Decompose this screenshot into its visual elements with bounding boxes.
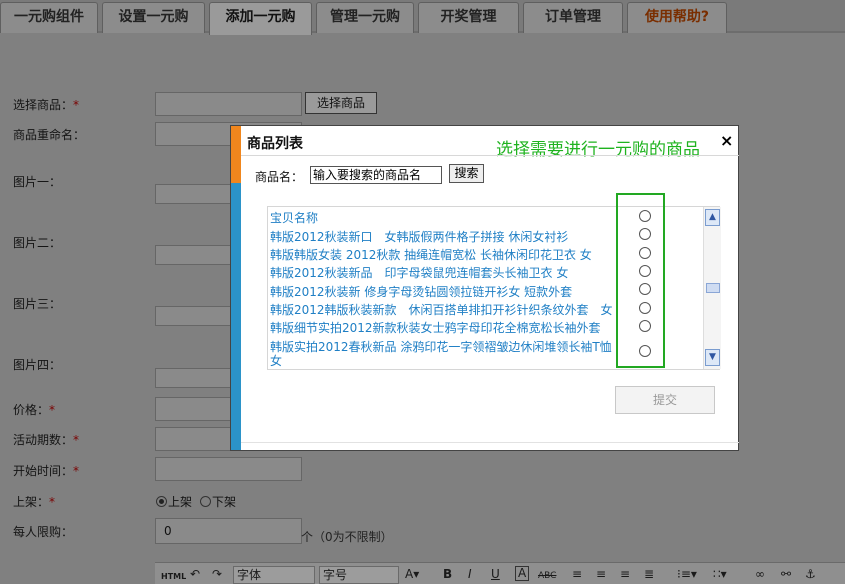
align-left-icon[interactable]: ≡ [572,566,582,582]
undo-icon[interactable]: ↶ [190,566,200,582]
scroll-up-icon[interactable]: ▲ [705,209,720,226]
list-item[interactable]: 韩版2012韩版秋装新款 休闲百搭单排扣开衫针织条纹外套 女 [270,301,613,318]
scroll-down-icon[interactable]: ▼ [705,349,720,366]
required-mark: * [73,464,80,478]
search-label: 商品名： [255,170,304,184]
period-label-text: 活动期数： [13,433,74,447]
select-goods-label: 选择商品：* [13,96,79,113]
tab-add[interactable]: 添加一元购 [209,2,312,35]
goods-list-dialog: 商品列表 选择需要进行一元购的商品 × 商品名： 输入要搜索的商品名 搜索 宝贝… [230,125,739,451]
tab-settings[interactable]: 设置一元购 [102,2,205,33]
tab-help[interactable]: 使用帮助? [627,2,727,33]
link-icon[interactable]: ∞ [755,566,765,582]
unlink-icon[interactable]: ⚯ [781,566,791,582]
period-label: 活动期数：* [13,431,79,448]
tab-manage[interactable]: 管理一元购 [316,2,414,33]
list-item-wrap: 女 [270,354,283,368]
listing-on-label: 上架 [168,495,193,509]
limit-note: 个（0为不限制） [301,530,393,544]
list-header: 宝贝名称 [270,211,319,225]
dialog-hint: 选择需要进行一元购的商品 [496,140,700,160]
strikethrough-button[interactable]: ABC [538,568,556,584]
price-label: 价格：* [13,401,55,418]
rename-label: 商品重命名： [13,128,86,142]
dialog-accent-orange [231,126,241,183]
tab-orders[interactable]: 订单管理 [523,2,623,33]
redo-icon[interactable]: ↷ [212,566,222,582]
image1-label: 图片一： [13,175,62,189]
align-justify-icon[interactable]: ≣ [644,566,654,582]
limit-label: 每人限购： [13,525,74,539]
list-item[interactable]: 韩版韩版女装 2012秋款 抽绳连帽宽松 长袖休闲印花卫衣 女 [270,246,592,263]
tab-bar: 一元购组件 设置一元购 添加一元购 管理一元购 开奖管理 订单管理 使用帮助? [0,0,845,35]
list-scrollbar[interactable]: ▲ ▼ [703,207,721,369]
font-size-select[interactable]: 字号 [319,566,399,584]
search-button[interactable]: 搜索 [449,164,484,183]
search-input[interactable]: 输入要搜索的商品名 [310,166,442,184]
dialog-accent-blue [231,183,241,450]
listing-off-radio[interactable]: 下架 [200,493,236,510]
html-source-button[interactable]: HTML [161,569,186,584]
dialog-title: 商品列表 [247,136,303,152]
align-center-icon[interactable]: ≡ [596,566,606,582]
dialog-bottom-divider [241,442,739,443]
start-time-label: 开始时间：* [13,462,79,479]
font-format-label: A [405,567,414,581]
listing-label: 上架：* [13,493,55,510]
ordered-list-icon[interactable]: ⁝≡▾ [677,566,697,582]
limit-input[interactable]: 0 [155,518,302,544]
underline-button[interactable]: U [491,566,500,582]
image2-label: 图片二： [13,236,62,250]
start-time-input[interactable] [155,457,302,481]
italic-button[interactable]: I [468,566,472,582]
submit-button[interactable]: 提交 [615,386,715,414]
listing-on-radio[interactable]: 上架 [156,493,192,510]
select-goods-button[interactable]: 选择商品 [305,92,377,114]
font-family-select[interactable]: 字体 [233,566,315,584]
font-size-value: 字号 [323,568,348,582]
align-right-icon[interactable]: ≡ [620,566,630,582]
select-goods-input[interactable] [155,92,302,116]
chevron-down-icon: ▾ [413,567,420,581]
radio-checked-icon [156,496,167,507]
list-item[interactable]: 韩版2012秋装新口 女韩版假两件格子拼接 休闲女衬衫 [270,228,568,245]
image4-label: 图片四： [13,358,62,372]
editor-toolbar: HTML ↶ ↷ 字体 字号 A▾ B I U A ABC ≡ ≡ ≡ ≣ ⁝≡… [155,562,845,584]
required-mark: * [49,403,56,417]
list-item[interactable]: 韩版细节实拍2012新款秋装女士鸦字母印花全棉宽松长袖外套 [270,319,601,336]
unordered-list-icon[interactable]: ∷▾ [713,566,727,582]
radio-column-highlight [616,193,665,368]
anchor-icon[interactable]: ⚓ [805,566,816,582]
required-mark: * [49,495,56,509]
list-item[interactable]: 韩版2012秋装新 修身字母烫钻圆领拉链开衫女 短款外套 [270,283,572,300]
select-goods-label-text: 选择商品： [13,98,74,112]
bold-button[interactable]: B [443,566,452,582]
price-label-text: 价格： [13,403,50,417]
start-time-label-text: 开始时间： [13,464,74,478]
font-color-button[interactable]: A [515,566,530,581]
font-family-value: 字体 [237,568,262,582]
list-item[interactable]: 韩版实拍2012春秋新品 涂鸦印花一字领褶皱边休闲堆领长袖T恤 [270,338,612,355]
dialog-divider [241,155,739,156]
list-item[interactable]: 韩版2012秋装新品 印字母袋鼠兜连帽套头长袖卫衣 女 [270,264,568,281]
scroll-thumb[interactable] [706,283,720,293]
font-format-button[interactable]: A▾ [405,566,419,582]
listing-label-text: 上架： [13,495,50,509]
radio-unchecked-icon [200,496,211,507]
listing-off-label: 下架 [212,495,237,509]
tab-lottery[interactable]: 开奖管理 [418,2,519,33]
required-mark: * [73,98,80,112]
tab-component[interactable]: 一元购组件 [0,2,98,33]
required-mark: * [73,433,80,447]
image3-label: 图片三： [13,297,62,311]
close-icon[interactable]: × [720,131,733,150]
